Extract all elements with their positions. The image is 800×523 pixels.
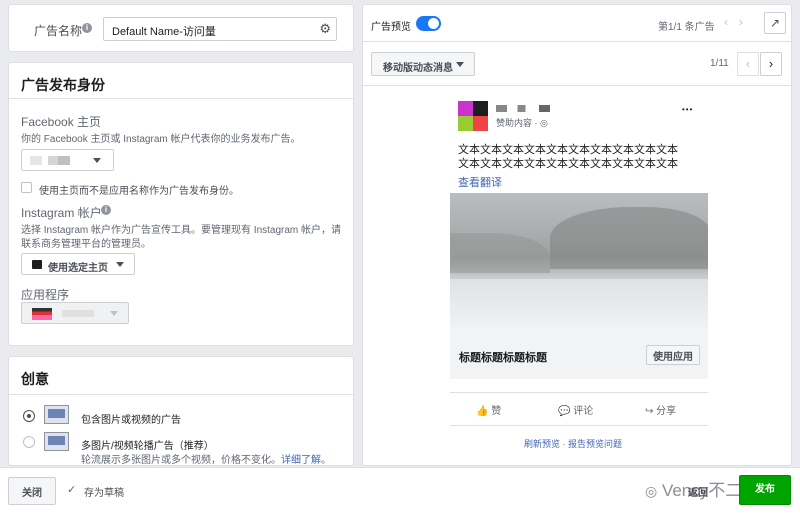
single-media-icon [44, 405, 69, 424]
info-icon[interactable]: i [82, 23, 92, 33]
use-page-name-checkbox[interactable] [21, 182, 32, 193]
preview-toggle-label: 广告预览 [371, 22, 411, 33]
more-options-icon[interactable]: ••• [682, 105, 693, 114]
footer-bar: 关闭 ✓ 存为草稿 ◎ Vency不二 返回 发布 [0, 467, 800, 523]
next-ad-icon[interactable]: › [739, 15, 743, 29]
single-media-label: 包含图片或视频的广告 [81, 415, 181, 426]
saved-status: 存为草稿 [84, 488, 124, 499]
globe-icon: ◎ [540, 118, 548, 128]
page-count: 1/11 [710, 58, 729, 69]
instagram-select[interactable]: 使用选定主页 [21, 253, 135, 275]
ad-headline: 标题标题标题标题 [459, 352, 547, 364]
app-name-blur [62, 310, 94, 317]
creative-panel: 创意 包含图片或视频的广告 多图片/视频轮播广告（推荐） 轮流展示多张图片或多个… [8, 356, 354, 466]
preview-panel: 广告预览 第1/1 条广告 ‹ › ↗ 移动版动态消息 1/11 ‹ › 赞助内… [362, 4, 792, 466]
instagram-select-label: 使用选定主页 [48, 263, 108, 274]
see-translation-link[interactable]: 查看翻译 [458, 174, 502, 190]
identity-title: 广告发布身份 [21, 77, 105, 93]
use-page-name-text: 使用主页而不是应用名称作为广告发布身份。 [39, 186, 239, 197]
ad-name-input[interactable]: Default Name-访问量 ⚙ [103, 17, 337, 41]
creative-title: 创意 [21, 371, 49, 387]
like-button[interactable]: 👍 赞 [476, 402, 501, 417]
share-icon: ↪ [645, 406, 654, 417]
chevron-down-icon [456, 62, 464, 67]
use-app-button[interactable]: 使用应用 [646, 345, 700, 365]
page-avatar [30, 156, 70, 165]
instagram-desc-1: 选择 Instagram 帐户作为广告宣传工具。要管理现有 Instagram … [21, 225, 342, 236]
carousel-icon [44, 432, 69, 451]
chevron-down-icon [110, 311, 118, 316]
publish-button[interactable]: 发布 [739, 475, 791, 505]
report-preview-link[interactable]: 报告预览问题 [568, 439, 622, 449]
close-button[interactable]: 关闭 [8, 477, 56, 505]
ad-image [450, 193, 708, 329]
chevron-down-icon [116, 262, 124, 267]
facebook-page-desc: 你的 Facebook 主页或 Instagram 帐户代表你的业务发布广告。 [21, 134, 301, 145]
flag-icon [32, 260, 42, 269]
preview-toggle[interactable] [416, 16, 441, 31]
single-media-radio[interactable] [23, 410, 35, 422]
carousel-desc: 轮流展示多张图片或多个视频，价格不变化。详细了解。 [81, 455, 331, 466]
wechat-icon: ◎ [645, 483, 658, 499]
gear-icon[interactable]: ⚙ [319, 21, 331, 37]
chevron-down-icon [93, 158, 101, 163]
prev-page-button[interactable]: ‹ [737, 52, 759, 76]
placement-select[interactable]: 移动版动态消息 [371, 52, 475, 76]
page-name-blur [496, 105, 550, 112]
back-button[interactable]: 返回 [666, 477, 730, 505]
share-button[interactable]: ↪ 分享 [645, 402, 676, 417]
info-icon[interactable]: i [101, 205, 111, 215]
ad-body-line-2: 文本文本文本文本文本文本文本文本文本文本 [458, 158, 678, 170]
app-label: 应用程序 [21, 288, 70, 302]
app-icon [32, 308, 52, 320]
preview-links: 刷新预览 · 报告预览问题 [524, 439, 623, 449]
identity-panel: 广告发布身份 Facebook 主页 你的 Facebook 主页或 Insta… [8, 62, 354, 346]
ad-card: 赞助内容 · ◎ ••• 文本文本文本文本文本文本文本文本文本文本 文本文本文本… [448, 97, 709, 457]
page-avatar [458, 101, 488, 131]
ad-cta-bar: 标题标题标题标题 使用应用 [450, 329, 708, 379]
ad-count: 第1/1 条广告 [658, 22, 715, 33]
learn-more-link[interactable]: 详细了解。 [281, 455, 331, 465]
instagram-desc-2: 联系商务管理平台的管理员。 [21, 239, 151, 250]
facebook-page-select[interactable] [21, 149, 114, 171]
next-page-button[interactable]: › [760, 52, 782, 76]
facebook-page-label: Facebook 主页 [21, 115, 102, 129]
ad-name-panel: 广告名称 i Default Name-访问量 ⚙ [8, 4, 354, 52]
sponsored-label: 赞助内容 · ◎ [496, 118, 548, 128]
carousel-label: 多图片/视频轮播广告（推荐） [81, 441, 214, 452]
ad-name-label: 广告名称 [34, 24, 83, 38]
ad-name-value: Default Name-访问量 [112, 26, 216, 38]
refresh-preview-link[interactable]: 刷新预览 [524, 439, 560, 449]
open-external-icon[interactable]: ↗ [764, 12, 786, 34]
comment-button[interactable]: 💬 评论 [558, 402, 593, 417]
app-select[interactable] [21, 302, 129, 324]
carousel-radio[interactable] [23, 436, 35, 448]
instagram-label: Instagram 帐户 [21, 206, 102, 220]
prev-ad-icon[interactable]: ‹ [724, 15, 728, 29]
thumbs-up-icon: 👍 [476, 406, 489, 417]
check-icon: ✓ [67, 484, 77, 496]
comment-icon: 💬 [558, 406, 571, 417]
